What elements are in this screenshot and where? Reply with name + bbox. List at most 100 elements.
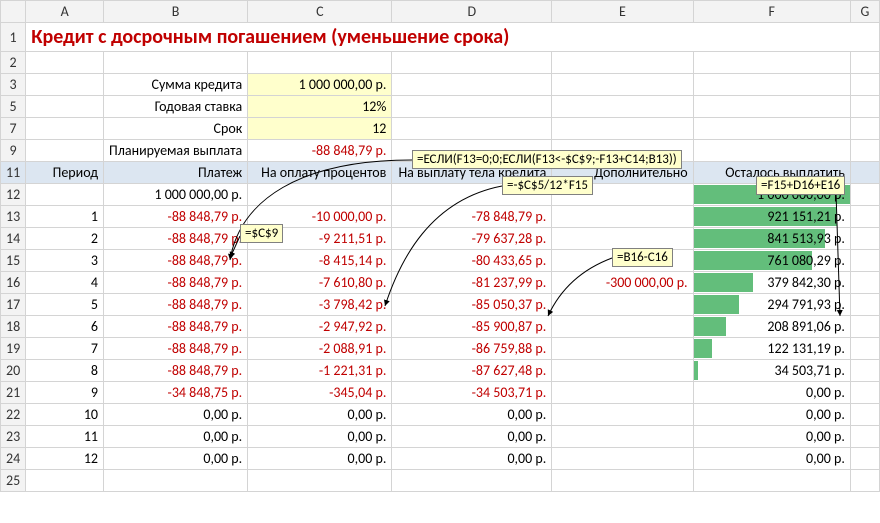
cell-remaining[interactable]: 761 080,29 р. (693, 250, 850, 272)
loan-sum-label[interactable]: Сумма кредита (104, 74, 248, 96)
cell[interactable] (850, 448, 879, 470)
cell-payment[interactable]: 1 000 000,00 р. (104, 184, 248, 206)
cell-period[interactable]: 7 (26, 338, 104, 360)
cell[interactable] (26, 52, 104, 74)
cell-extra[interactable] (552, 316, 693, 338)
cell-period[interactable]: 5 (26, 294, 104, 316)
cell[interactable] (552, 52, 693, 74)
cell-remaining[interactable]: 0,00 р. (693, 382, 850, 404)
hdr-payment[interactable]: Платеж (104, 162, 248, 184)
cell-payment[interactable]: 0,00 р. (104, 426, 248, 448)
cell-period[interactable]: 3 (26, 250, 104, 272)
row-header[interactable]: 21 (1, 382, 26, 404)
cell-extra[interactable]: -300 000,00 р. (552, 272, 693, 294)
cell[interactable] (26, 470, 104, 492)
cell[interactable] (552, 74, 693, 96)
cell[interactable] (392, 118, 552, 140)
term-value[interactable]: 12 (248, 118, 392, 140)
cell-principal[interactable]: -87 627,48 р. (392, 360, 552, 382)
cell[interactable] (850, 140, 879, 162)
cell[interactable] (850, 184, 879, 206)
cell-extra[interactable] (552, 404, 693, 426)
cell[interactable] (693, 470, 850, 492)
planned-label[interactable]: Планируемая выплата (104, 140, 248, 162)
cell-period[interactable]: 4 (26, 272, 104, 294)
row-header-11[interactable]: 11 (1, 162, 26, 184)
select-all-corner[interactable] (1, 1, 26, 23)
cell-period[interactable] (26, 184, 104, 206)
row-header[interactable]: 24 (1, 448, 26, 470)
row-header-5[interactable]: 5 (1, 96, 26, 118)
row-header[interactable]: 18 (1, 316, 26, 338)
cell-payment[interactable]: -88 848,79 р. (104, 206, 248, 228)
cell[interactable] (693, 96, 850, 118)
row-header[interactable]: 14 (1, 228, 26, 250)
cell[interactable] (104, 52, 248, 74)
cell-extra[interactable] (552, 338, 693, 360)
row-header[interactable]: 20 (1, 360, 26, 382)
row-header[interactable]: 19 (1, 338, 26, 360)
cell[interactable] (850, 316, 879, 338)
row-header-2[interactable]: 2 (1, 52, 26, 74)
cell-payment[interactable]: -88 848,79 р. (104, 294, 248, 316)
cell-interest[interactable]: 0,00 р. (248, 404, 392, 426)
cell[interactable] (552, 470, 693, 492)
cell-payment[interactable]: -34 848,75 р. (104, 382, 248, 404)
cell[interactable] (850, 52, 879, 74)
cell[interactable] (850, 206, 879, 228)
col-header-A[interactable]: A (26, 1, 104, 23)
cell[interactable] (850, 250, 879, 272)
cell[interactable] (850, 96, 879, 118)
cell-remaining[interactable]: 0,00 р. (693, 404, 850, 426)
cell[interactable] (850, 294, 879, 316)
cell[interactable] (693, 118, 850, 140)
cell-principal[interactable]: -85 900,87 р. (392, 316, 552, 338)
cell-interest[interactable]: -1 221,31 р. (248, 360, 392, 382)
cell-extra[interactable] (552, 426, 693, 448)
row-header[interactable]: 23 (1, 426, 26, 448)
row-header[interactable]: 12 (1, 184, 26, 206)
cell[interactable] (850, 272, 879, 294)
cell[interactable] (850, 162, 879, 184)
row-header[interactable]: 16 (1, 272, 26, 294)
cell-payment[interactable]: -88 848,79 р. (104, 228, 248, 250)
cell-period[interactable]: 2 (26, 228, 104, 250)
cell-remaining[interactable]: 379 842,30 р. (693, 272, 850, 294)
cell[interactable] (850, 360, 879, 382)
row-header[interactable]: 17 (1, 294, 26, 316)
cell-extra[interactable] (552, 448, 693, 470)
loan-sum-value[interactable]: 1 000 000,00 р. (248, 74, 392, 96)
cell-principal[interactable]: 0,00 р. (392, 404, 552, 426)
cell[interactable] (392, 96, 552, 118)
cell-remaining[interactable]: 0,00 р. (693, 426, 850, 448)
cell-payment[interactable]: 0,00 р. (104, 404, 248, 426)
row-header[interactable]: 22 (1, 404, 26, 426)
cell-payment[interactable]: -88 848,79 р. (104, 250, 248, 272)
cell[interactable] (552, 96, 693, 118)
cell-interest[interactable]: -7 610,80 р. (248, 272, 392, 294)
col-header-D[interactable]: D (392, 1, 552, 23)
cell[interactable] (850, 338, 879, 360)
cell-remaining[interactable]: 208 891,06 р. (693, 316, 850, 338)
cell[interactable] (850, 426, 879, 448)
cell[interactable] (26, 118, 104, 140)
cell-principal[interactable]: -85 050,37 р. (392, 294, 552, 316)
cell-extra[interactable] (552, 294, 693, 316)
cell-payment[interactable]: -88 848,79 р. (104, 338, 248, 360)
cell[interactable] (392, 52, 552, 74)
cell-principal[interactable]: -34 503,71 р. (392, 382, 552, 404)
cell-interest[interactable]: 0,00 р. (248, 426, 392, 448)
cell[interactable] (26, 140, 104, 162)
cell[interactable] (26, 74, 104, 96)
cell[interactable] (693, 140, 850, 162)
cell-principal[interactable]: -86 759,88 р. (392, 338, 552, 360)
row-header[interactable]: 15 (1, 250, 26, 272)
cell-period[interactable]: 1 (26, 206, 104, 228)
cell[interactable] (850, 228, 879, 250)
cell-principal[interactable]: -79 637,28 р. (392, 228, 552, 250)
row-header[interactable]: 13 (1, 206, 26, 228)
col-header-C[interactable]: C (248, 1, 392, 23)
cell-period[interactable]: 12 (26, 448, 104, 470)
col-header-G[interactable]: G (850, 1, 879, 23)
cell-period[interactable]: 9 (26, 382, 104, 404)
